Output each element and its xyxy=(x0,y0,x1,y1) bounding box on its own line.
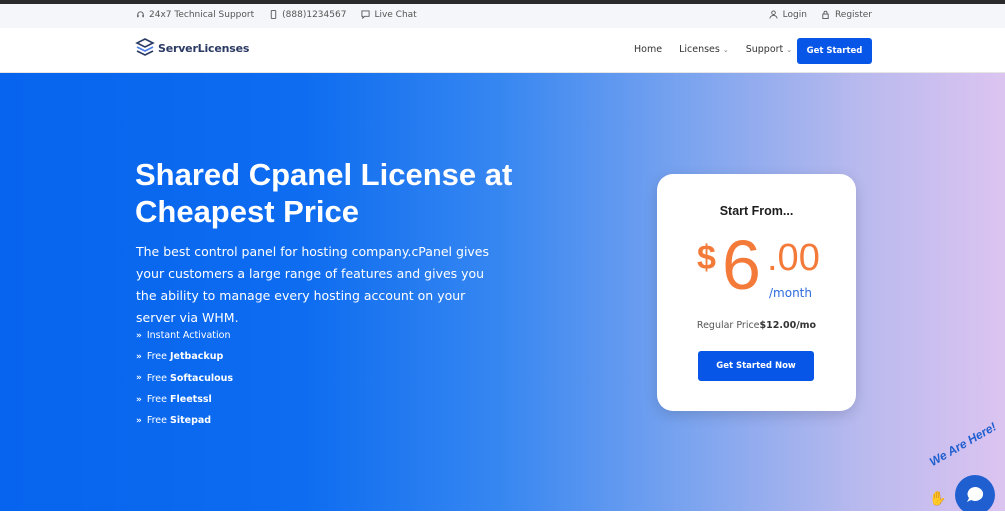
support-label: 24x7 Technical Support xyxy=(149,10,255,20)
hero-description: The best control panel for hosting compa… xyxy=(136,244,490,325)
chevron-down-icon: ⌄ xyxy=(722,45,729,54)
list-item: » Free Jetbackup xyxy=(136,346,233,367)
phone-icon xyxy=(268,10,278,20)
nav-licenses-label: Licenses xyxy=(679,44,720,55)
price-card: Start From... $ 6 .00 /month Regular Pri… xyxy=(657,174,856,411)
logo-icon xyxy=(135,38,155,56)
site-logo[interactable]: ServerLicenses xyxy=(135,37,249,59)
list-item: » Free Fleetssl xyxy=(136,389,233,410)
live-chat-link[interactable]: Live Chat xyxy=(374,10,416,20)
waving-hand-icon: ✋ xyxy=(929,491,947,507)
chat-icon xyxy=(360,10,370,20)
nav-licenses[interactable]: Licenses ⌄ xyxy=(679,44,729,55)
nav-support-label: Support xyxy=(745,44,784,55)
feature-name: Jetbackup xyxy=(170,351,224,363)
feature-name: Sitepad xyxy=(170,415,212,427)
chat-launcher-button[interactable] xyxy=(955,475,995,513)
feature-name: Fleetssl xyxy=(170,394,212,406)
double-chevron-right-icon: » xyxy=(136,394,142,405)
login-link[interactable]: Login xyxy=(783,10,807,20)
feature-label: Instant Activation xyxy=(146,330,231,342)
double-chevron-right-icon: » xyxy=(136,415,142,426)
price-currency: $ xyxy=(697,239,716,277)
chat-bubble-icon xyxy=(967,486,984,502)
chevron-down-icon: ⌄ xyxy=(786,45,793,54)
list-item: » Free Softaculous xyxy=(136,368,233,389)
regular-price-value: $12.00/mo xyxy=(759,320,817,331)
regular-price: Regular Price$12.00/mo xyxy=(657,320,856,331)
top-utility-bar: 24x7 Technical Support (888)1234567 Live… xyxy=(0,4,1005,28)
logo-text: ServerLicenses xyxy=(158,41,250,55)
main-navbar: ServerLicenses Home Licenses ⌄ Support ⌄ G… xyxy=(0,28,1005,73)
get-started-button[interactable]: Get Started xyxy=(797,38,872,64)
headset-icon xyxy=(135,10,145,20)
get-started-now-button[interactable]: Get Started Now xyxy=(698,351,814,381)
feature-prefix: Free xyxy=(146,415,171,427)
hero-section: Shared Cpanel License at Cheapest Price … xyxy=(0,73,1005,511)
lock-icon xyxy=(821,10,831,20)
nav-links: Home Licenses ⌄ Support ⌄ xyxy=(634,44,809,55)
phone-number[interactable]: (888)1234567 xyxy=(282,10,346,20)
register-link[interactable]: Register xyxy=(835,10,872,20)
double-chevron-right-icon: » xyxy=(136,330,142,341)
feature-list: » Instant Activation » Free Jetbackup » … xyxy=(136,325,233,431)
feature-prefix: Free xyxy=(146,372,171,384)
double-chevron-right-icon: » xyxy=(136,351,142,362)
price-unit: /month xyxy=(769,286,812,300)
list-item: » Free Sitepad xyxy=(136,410,233,431)
feature-prefix: Free xyxy=(146,351,171,363)
regular-price-label: Regular Price xyxy=(696,320,760,331)
double-chevron-right-icon: » xyxy=(136,373,142,384)
nav-home[interactable]: Home xyxy=(634,44,662,55)
nav-home-label: Home xyxy=(634,44,663,55)
feature-name: Softaculous xyxy=(170,372,234,384)
feature-prefix: Free xyxy=(146,394,171,406)
price-heading: Start From... xyxy=(719,204,794,218)
user-icon xyxy=(769,10,779,20)
price-integer: 6 xyxy=(722,226,761,304)
chat-widget[interactable]: We Are Here! ✋ xyxy=(925,420,1005,513)
list-item: » Instant Activation xyxy=(136,325,233,346)
nav-support[interactable]: Support ⌄ xyxy=(746,44,792,55)
price-decimal: .00 xyxy=(767,237,820,279)
hero-title: Shared Cpanel License at Cheapest Price xyxy=(135,157,513,229)
